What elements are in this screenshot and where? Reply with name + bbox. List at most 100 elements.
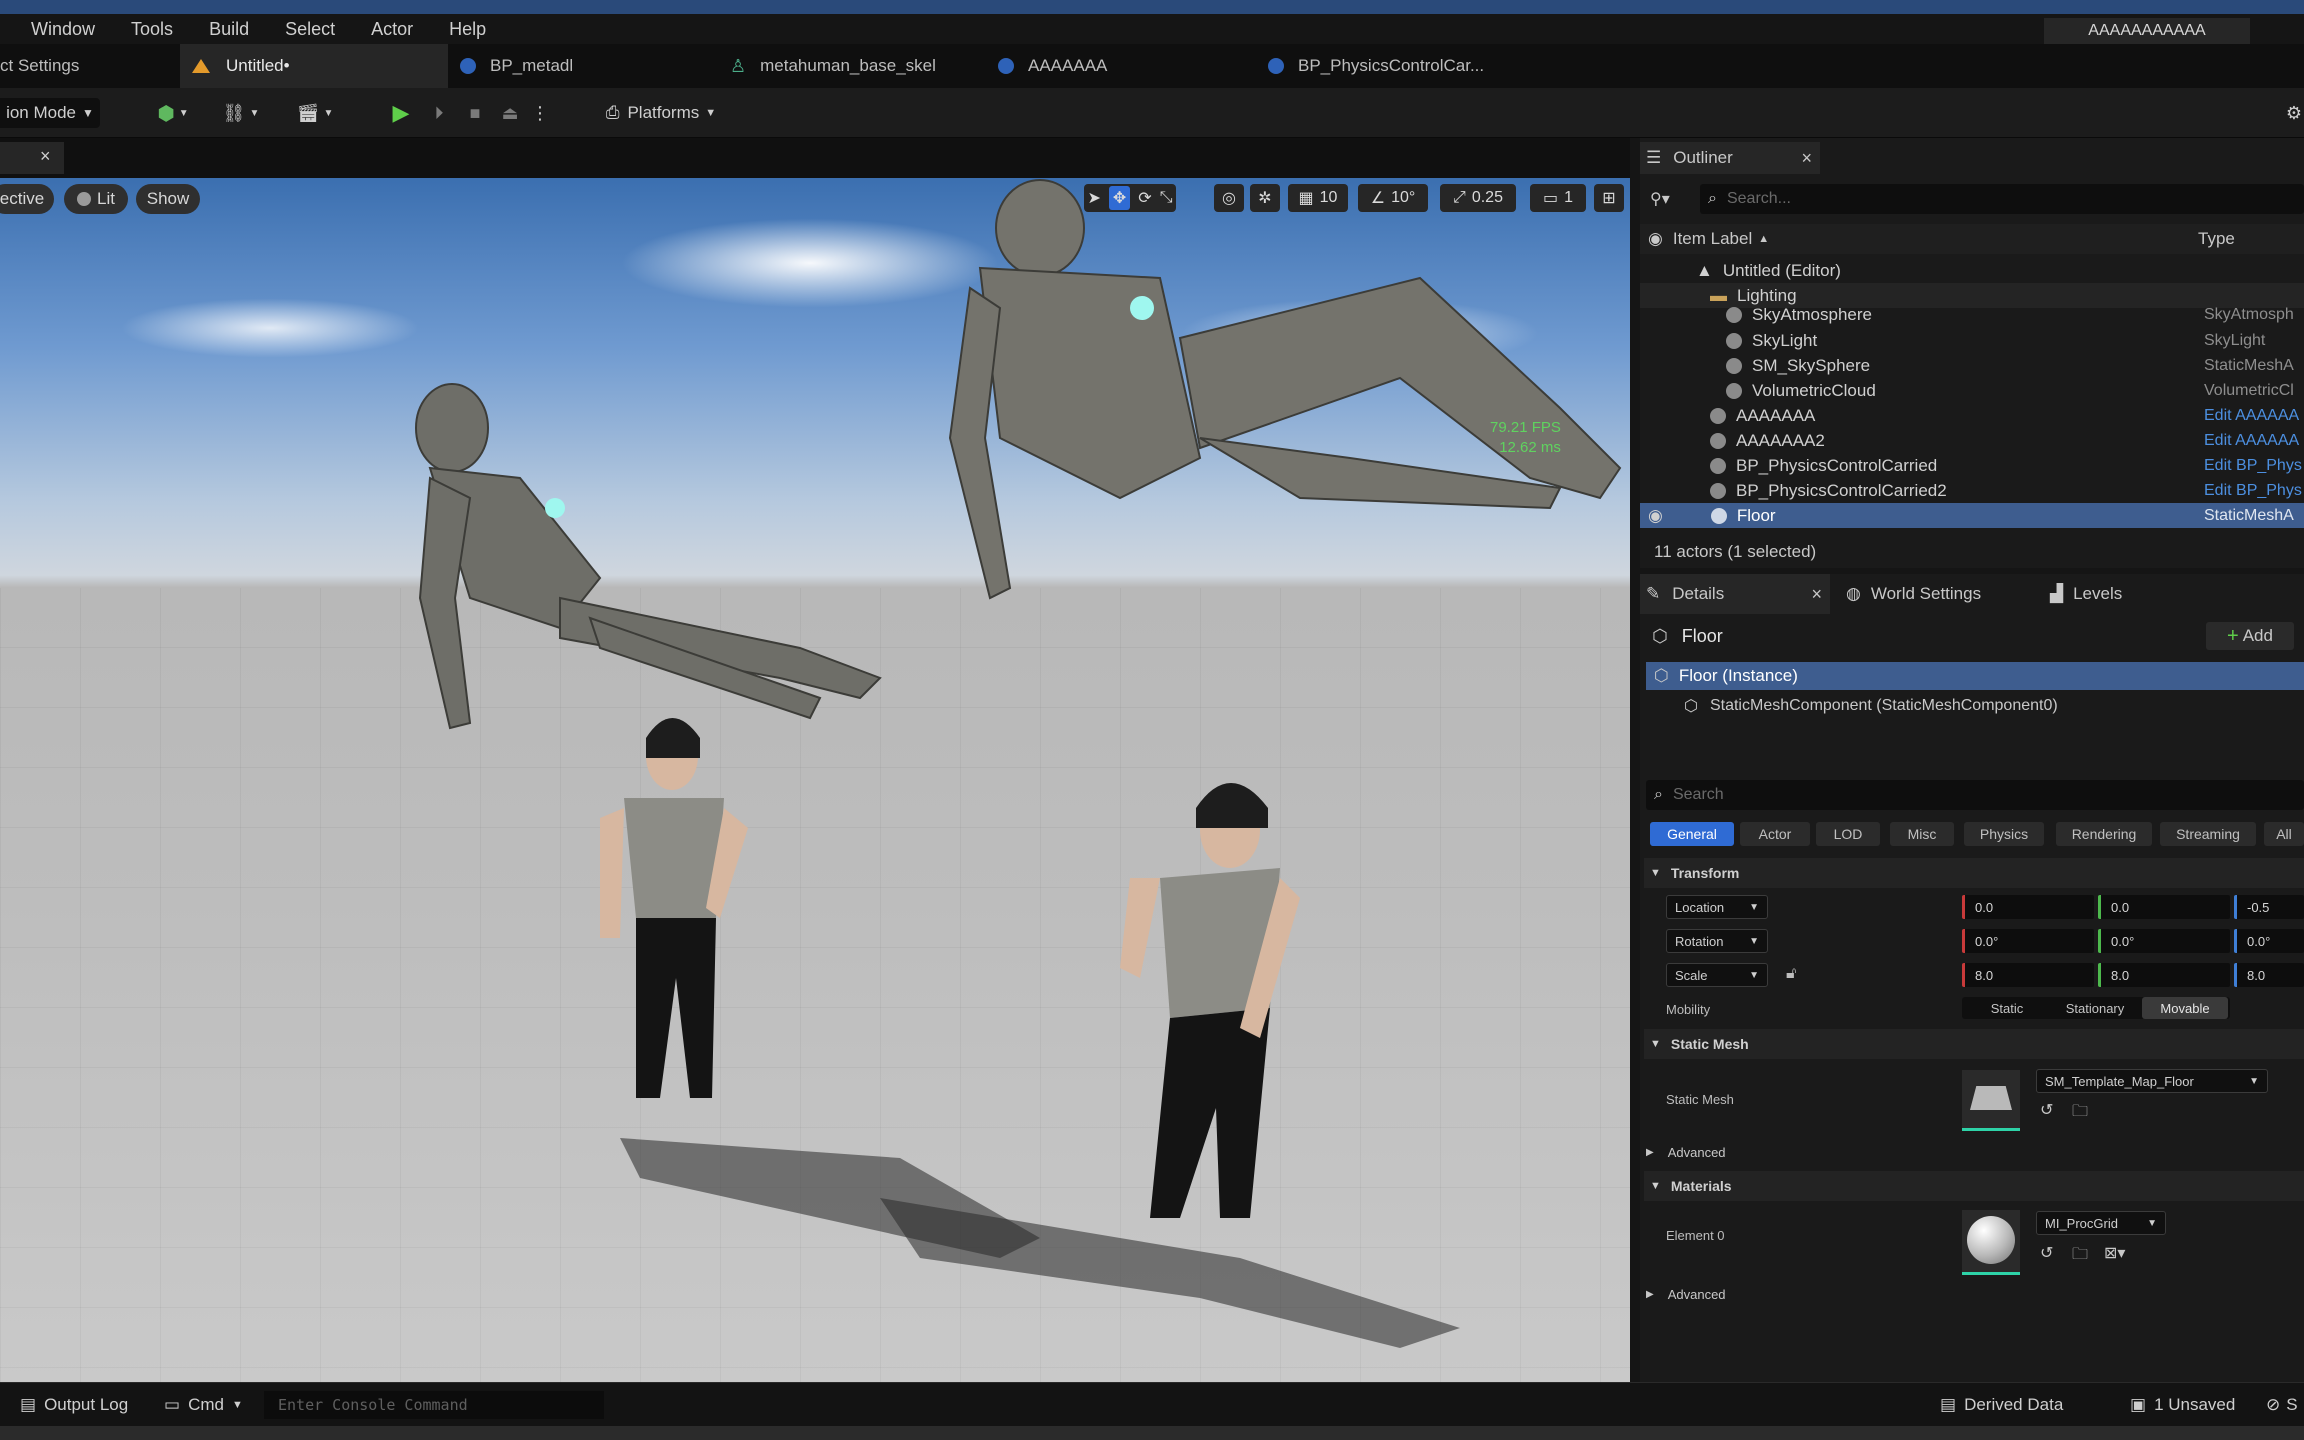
menu-select[interactable]: Select [285, 19, 335, 40]
browse-folder-icon[interactable]: 🗀︎ [2072, 1100, 2088, 1127]
eye-icon[interactable]: ◉ [1648, 229, 1663, 249]
camera-speed-button[interactable]: ▭ 1 [1530, 184, 1586, 212]
tab-aaaaaaa[interactable]: AAAAAAA [998, 44, 1238, 88]
column-type[interactable]: Type [2198, 229, 2235, 249]
rotation-snap-button[interactable]: ∠ 10° [1358, 184, 1428, 212]
material-options-icon[interactable]: ⊠▾ [2104, 1243, 2125, 1263]
details-tab[interactable]: ✎ Details × [1640, 574, 1830, 614]
lock-icon[interactable]: 🔓︎ [1786, 965, 1796, 983]
show-button[interactable]: Show [136, 184, 200, 214]
column-item-label[interactable]: Item Label [1673, 229, 1752, 249]
mesh-thumbnail[interactable] [1962, 1070, 2020, 1131]
filter-physics[interactable]: Physics [1964, 822, 2044, 846]
project-name-box[interactable]: AAAAAAAAAAA [2044, 18, 2250, 44]
step-button[interactable]: ⏵︎ [424, 98, 454, 128]
reset-arrow-icon[interactable]: ↺ [2040, 1243, 2053, 1263]
advanced-row[interactable]: ▶ Advanced [1644, 1142, 1726, 1162]
outliner-row[interactable]: SkyAtmosphere SkyAtmosph [1640, 305, 2304, 324]
source-control-button[interactable]: ⊘ S [2266, 1383, 2298, 1427]
output-log-button[interactable]: ▤ Output Log [20, 1383, 128, 1427]
play-options-button[interactable]: ⋮ [530, 98, 550, 128]
component-row[interactable]: ⬡ StaticMeshComponent (StaticMeshCompone… [1640, 692, 2304, 720]
add-content-button[interactable]: ⬢ ▼ [148, 98, 198, 128]
menu-build[interactable]: Build [209, 19, 249, 40]
move-icon[interactable]: ✥ [1108, 186, 1131, 210]
tab-untitled-level[interactable]: Untitled• [180, 44, 448, 88]
outliner-row[interactable]: VolumetricCloud VolumetricCl [1640, 378, 2304, 403]
static-mesh-picker[interactable]: SM_Template_Map_Floor ▼ [2036, 1069, 2268, 1093]
edit-link[interactable]: Edit AAAAAA [2204, 432, 2299, 450]
view-mode-button[interactable]: Lit [64, 184, 128, 214]
derived-data-button[interactable]: ▤ Derived Data [1940, 1383, 2063, 1427]
outliner-row-folder[interactable]: ▬ Lighting [1640, 283, 2304, 308]
perspective-button[interactable]: ective [0, 184, 54, 214]
tab-bp-metadl[interactable]: BP_metadl [460, 44, 710, 88]
unsaved-button[interactable]: ▣ 1 Unsaved [2130, 1383, 2235, 1427]
layout-button[interactable]: ⊞ [1594, 184, 1624, 212]
stop-button[interactable]: ■ [460, 98, 490, 128]
mobility-static[interactable]: Static [1964, 997, 2050, 1019]
material-picker[interactable]: MI_ProcGrid ▼ [2036, 1211, 2166, 1235]
menu-tools[interactable]: Tools [131, 19, 173, 40]
outliner-row[interactable]: AAAAAAA2 Edit AAAAAA [1640, 428, 2304, 453]
static-mesh-section-header[interactable]: ▼ Static Mesh [1644, 1029, 2304, 1059]
close-icon[interactable]: × [1811, 584, 1822, 605]
grid-snap-button[interactable]: ▦ 10 [1288, 184, 1348, 212]
edit-link[interactable]: Edit BP_Phys [2204, 482, 2302, 500]
mobility-movable[interactable]: Movable [2142, 997, 2228, 1019]
eye-icon[interactable]: ◉ [1648, 506, 1663, 526]
scale-dropdown[interactable]: Scale ▼ [1666, 963, 1768, 987]
menu-help[interactable]: Help [449, 19, 486, 40]
scale-x-field[interactable]: 8.0 [1962, 963, 2094, 987]
edit-link[interactable]: Edit AAAAAA [2204, 407, 2299, 425]
location-x-field[interactable]: 0.0 [1962, 895, 2094, 919]
outliner-search-input[interactable]: ⌕ Search... [1700, 184, 2304, 214]
rotation-x-field[interactable]: 0.0° [1962, 929, 2094, 953]
rotate-icon[interactable]: ⟳ [1138, 188, 1151, 208]
component-root-row[interactable]: ⬡ Floor (Instance) [1646, 662, 2304, 690]
scale-y-field[interactable]: 8.0 [2098, 963, 2230, 987]
reset-arrow-icon[interactable]: ↺ [2040, 1100, 2053, 1120]
add-component-button[interactable]: + Add [2206, 622, 2294, 650]
outliner-tab[interactable]: ☰ Outliner × [1640, 142, 1820, 174]
scale-snap-button[interactable]: ⤢ 0.25 [1440, 184, 1516, 212]
tab-bp-physicscontrol[interactable]: BP_PhysicsControlCar... [1268, 44, 1568, 88]
close-icon[interactable]: × [1801, 148, 1812, 169]
mobility-stationary[interactable]: Stationary [2052, 997, 2138, 1019]
advanced-row[interactable]: ▶ Advanced [1644, 1284, 1726, 1304]
outliner-row[interactable]: SkyLight SkyLight [1640, 328, 2304, 353]
filter-rendering[interactable]: Rendering [2056, 822, 2152, 846]
location-z-field[interactable]: -0.5 [2234, 895, 2304, 919]
outliner-row[interactable]: BP_PhysicsControlCarried Edit BP_Phys [1640, 453, 2304, 478]
rotation-z-field[interactable]: 0.0° [2234, 929, 2304, 953]
filter-streaming[interactable]: Streaming [2160, 822, 2256, 846]
filter-icon[interactable]: ⚲▾ [1650, 189, 1670, 209]
scale-icon[interactable]: ⤡ [1160, 189, 1173, 207]
platforms-dropdown[interactable]: ⎙ Platforms ▼ [596, 98, 726, 128]
settings-button[interactable]: ⚙ [2284, 98, 2304, 128]
play-button[interactable]: ▶ [386, 98, 416, 128]
console-input[interactable]: Enter Console Command [264, 1391, 604, 1419]
outliner-row-world[interactable]: ▲ Untitled (Editor) [1640, 258, 2304, 283]
mode-dropdown[interactable]: ion Mode ▼ [0, 98, 100, 128]
filter-lod[interactable]: LOD [1816, 822, 1880, 846]
filter-general[interactable]: General [1650, 822, 1734, 846]
location-y-field[interactable]: 0.0 [2098, 895, 2230, 919]
filter-misc[interactable]: Misc [1890, 822, 1954, 846]
level-viewport[interactable]: ective Lit Show ➤ ✥ ⟳ ⤡ ◎ ✲ ▦ 10 ∠ 10° ⤢… [0, 178, 1630, 1382]
levels-tab[interactable]: ▟ Levels [2050, 574, 2122, 614]
menu-window[interactable]: Window [31, 19, 95, 40]
outliner-row[interactable]: AAAAAAA Edit AAAAAA [1640, 403, 2304, 428]
edit-link[interactable]: Edit BP_Phys [2204, 457, 2302, 475]
world-settings-tab[interactable]: ◍ World Settings [1846, 574, 1981, 614]
transform-section-header[interactable]: ▼ Transform [1644, 858, 2304, 888]
location-dropdown[interactable]: Location ▼ [1666, 895, 1768, 919]
scale-z-field[interactable]: 8.0 [2234, 963, 2304, 987]
filter-actor[interactable]: Actor [1740, 822, 1810, 846]
tab-metahuman-skeleton[interactable]: ♙ metahuman_base_skel [730, 44, 980, 88]
material-thumbnail[interactable] [1962, 1210, 2020, 1275]
materials-section-header[interactable]: ▼ Materials [1644, 1171, 2304, 1201]
rotation-y-field[interactable]: 0.0° [2098, 929, 2230, 953]
blueprints-button[interactable]: ⛓ ▼ [216, 98, 266, 128]
tab-project-settings[interactable]: ct Settings [0, 44, 170, 88]
